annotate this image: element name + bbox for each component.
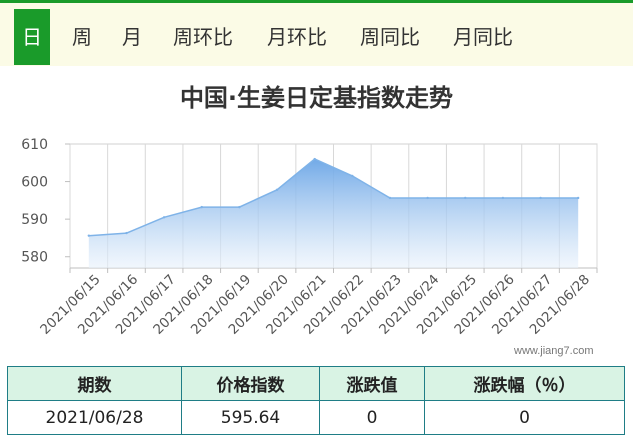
series-point xyxy=(125,231,128,235)
series-point xyxy=(426,196,429,200)
tab-week-on-week[interactable]: 周环比 xyxy=(173,9,233,65)
header-period: 期数 xyxy=(7,366,182,401)
header-price-index: 价格指数 xyxy=(181,366,320,401)
period-tab-bar: 日 周 月 周环比 月环比 周同比 月同比 xyxy=(0,0,633,66)
index-trend-chart: 5805906006102021/06/152021/06/162021/06/… xyxy=(21,137,598,338)
header-change-percent: 涨跌幅（％） xyxy=(424,366,625,401)
tab-month-on-month[interactable]: 月环比 xyxy=(267,9,327,65)
series-point xyxy=(388,196,392,200)
series-area xyxy=(88,159,579,268)
summary-table: 期数 价格指数 涨跌值 涨跌幅（％） 2021/06/28 595.64 0 0 xyxy=(7,366,625,435)
chart-title: 中国·生姜日定基指数走势 xyxy=(179,84,454,112)
tab-month[interactable]: 月 xyxy=(122,9,142,65)
series-point xyxy=(200,205,203,209)
tab-week[interactable]: 周 xyxy=(72,9,92,65)
series-point xyxy=(87,234,91,237)
y-tick-label: 590 xyxy=(21,212,48,228)
series-point xyxy=(501,196,505,200)
cell-price-index: 595.64 xyxy=(181,400,320,435)
summary-data-row: 2021/06/28 595.64 0 0 xyxy=(7,400,625,435)
watermark: www.jiang7.com xyxy=(514,345,594,357)
header-change-value: 涨跌值 xyxy=(319,366,425,401)
y-tick-label: 600 xyxy=(21,175,48,191)
cell-change-percent: 0 xyxy=(424,400,625,435)
tab-month-year-on-year[interactable]: 月同比 xyxy=(453,9,513,65)
series-point xyxy=(313,157,316,161)
tab-day[interactable]: 日 xyxy=(14,9,50,65)
series-point xyxy=(162,216,166,219)
series-point xyxy=(351,174,354,178)
tab-week-year-on-year[interactable]: 周同比 xyxy=(360,9,420,65)
summary-header-row: 期数 价格指数 涨跌值 涨跌幅（％） xyxy=(7,366,625,401)
series-point xyxy=(576,196,580,200)
series-point xyxy=(539,196,542,200)
series-point xyxy=(275,188,279,192)
series-point xyxy=(464,196,467,200)
series-point xyxy=(238,205,241,209)
cell-change-value: 0 xyxy=(319,400,425,435)
cell-period: 2021/06/28 xyxy=(7,400,182,435)
y-tick-label: 610 xyxy=(21,137,48,153)
y-tick-label: 580 xyxy=(21,250,48,266)
